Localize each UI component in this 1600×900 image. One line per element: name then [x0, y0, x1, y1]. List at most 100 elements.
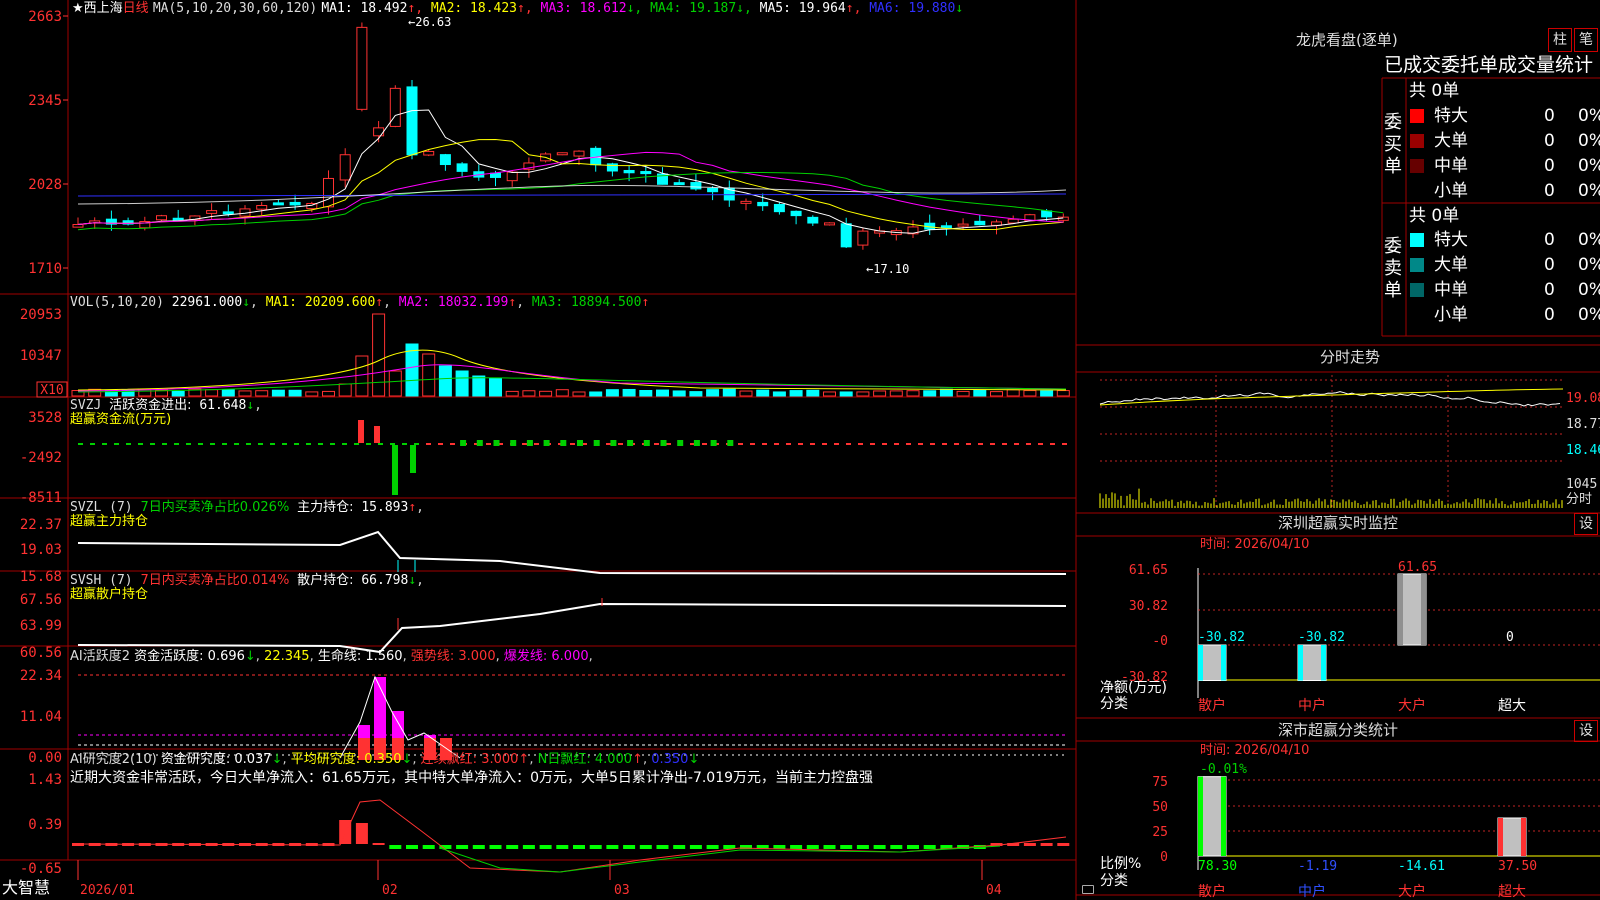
- ma-value-1: MA1: 18.492: [321, 1, 408, 16]
- lhb-row-name: 大单: [1434, 255, 1468, 275]
- lhb-title: 龙虎看盘(逐单): [1296, 31, 1398, 49]
- ai2-bar-24: [472, 845, 485, 849]
- lhb-row-name: 大单: [1434, 131, 1468, 151]
- svzj-baseline: [1062, 443, 1067, 445]
- svzj-baseline: [318, 443, 323, 445]
- candle-11: [256, 205, 268, 210]
- svzj-baseline: [810, 443, 815, 445]
- vol-bar-54: [973, 389, 987, 397]
- ma-value-3: MA3: 18.612: [532, 1, 627, 16]
- svzj-baseline: [750, 443, 755, 445]
- svzj-baseline: [702, 443, 707, 445]
- svzj-baseline: [906, 443, 911, 445]
- sz-monitor-value-3: 0: [1506, 630, 1514, 645]
- vol-bar-26: [505, 390, 519, 397]
- ai2-avg: 0.350: [364, 752, 402, 767]
- ai1-v2: 22.345: [264, 649, 310, 664]
- sz-class-category-2: 大户: [1398, 883, 1426, 900]
- lhb-row-pct: 0%: [1578, 255, 1600, 275]
- ai1-burst: 6.000: [551, 649, 589, 664]
- fenshi-price-line: [1099, 391, 1561, 407]
- svsh-line: [77, 602, 1067, 654]
- fenshi-vol-unit: 分时: [1566, 492, 1593, 507]
- ai2-bar-33: [623, 845, 636, 849]
- svzl-line: [77, 530, 1067, 575]
- svzj-header: SVZJ 活跃资金进出: 61.648↓,: [70, 398, 262, 413]
- sz-class-settings-button[interactable]: 设: [1574, 720, 1598, 742]
- svzj-label: 活跃资金进出:: [109, 398, 192, 413]
- svzj-bar: [560, 440, 567, 446]
- svzj-bar: [677, 440, 684, 446]
- fenshi-price-0: 19.08: [1566, 391, 1600, 406]
- vol-bar-28: [539, 390, 553, 397]
- vol-bar-38: [706, 389, 720, 397]
- lhb-header: 已成交委托单成交量统计: [1384, 54, 1594, 76]
- ai2-lx: 3.000: [481, 752, 519, 767]
- candle-22: [439, 154, 451, 166]
- vol-bar-58: [1040, 390, 1054, 397]
- svzj-baseline: [1002, 443, 1007, 445]
- lhb-buy-row: 特大 0 0%: [1410, 108, 1600, 128]
- xaxis-label-2: 03: [614, 883, 630, 898]
- vol-bar-39: [722, 388, 736, 397]
- lock-icon[interactable]: [1082, 885, 1094, 894]
- stock-name[interactable]: 西上海: [84, 1, 123, 16]
- vol-ma3: MA3: 18894.500: [531, 295, 642, 310]
- lhb-buy-total: 共 0单: [1409, 81, 1460, 101]
- sz-class-title: 深市超赢分类统计: [1278, 721, 1399, 739]
- vol-ma1: MA1: 20209.600: [265, 295, 376, 310]
- vol-bar-25: [489, 377, 502, 397]
- period-label[interactable]: 日线: [123, 1, 149, 16]
- ai2-bar-34: [639, 845, 652, 849]
- lhb-row-name: 小单: [1434, 305, 1468, 325]
- ai2-bar-27: [522, 845, 535, 849]
- svzj-bar: [526, 440, 533, 446]
- svsh-label1: 7日内买卖净占比0.014%: [140, 573, 290, 588]
- svzj-baseline: [534, 443, 539, 445]
- svzl-arrow: ↑: [408, 500, 417, 515]
- ma-params: MA(5,10,20,30,60,120): [152, 1, 318, 16]
- sz-monitor-settings-button[interactable]: 设: [1574, 513, 1598, 535]
- lhb-color-swatch: [1410, 159, 1424, 173]
- candle-46: [840, 223, 852, 248]
- svzj-baseline: [246, 443, 251, 445]
- candle-36: [673, 182, 685, 186]
- svzl-label2: 主力持仓:: [297, 500, 354, 515]
- ai2-bar-49: [890, 845, 903, 849]
- svzj-baseline: [126, 443, 131, 445]
- svsh-ytick-1: 63.99: [20, 618, 62, 634]
- vol-bar-50: [906, 390, 920, 397]
- vol-bar-34: [639, 389, 653, 397]
- tab-bar-view[interactable]: 柱: [1548, 28, 1572, 52]
- sz-monitor-ytick-0: 61.65: [1129, 563, 1168, 578]
- vol-bar-13: [288, 389, 302, 397]
- lhb-row-qty: 0: [1544, 280, 1555, 300]
- ai2-bar-23: [456, 845, 469, 849]
- candle-8: [206, 210, 218, 214]
- kline-ytick-1: 2345: [28, 93, 62, 109]
- vol-bar-35: [656, 389, 669, 397]
- vol-ma3-value: 18894.500: [570, 295, 642, 310]
- ai1-arrow: ↓: [244, 649, 256, 664]
- star-icon[interactable]: ★: [72, 1, 84, 16]
- vol-bar-42: [772, 391, 786, 397]
- ma-arrow-3: ↓,: [626, 1, 643, 16]
- lhb-buy-row: 小单 0 0%: [1410, 183, 1600, 203]
- vol-ma2: MA2: 18032.199: [398, 295, 509, 310]
- lhb-row-name: 特大: [1434, 230, 1468, 250]
- svzj-baseline: [222, 443, 227, 445]
- ai2-bar-45: [823, 845, 836, 849]
- svzj-baseline: [930, 443, 935, 445]
- svzj-baseline: [1050, 443, 1055, 445]
- svzj-baseline: [882, 443, 887, 445]
- svzl-ytick-2: 15.68: [20, 569, 62, 585]
- ai2-bar-19: [389, 845, 402, 849]
- svzj-baseline: [162, 443, 167, 445]
- svzj-bar: [577, 440, 583, 446]
- sz-class-date: 时间: 2026/04/10: [1200, 743, 1310, 758]
- vol-bar-30: [572, 391, 586, 397]
- tab-tick-view[interactable]: 笔: [1574, 28, 1598, 52]
- fenshi-price-2: 18.46: [1566, 443, 1600, 458]
- xaxis-label-0: 2026/01: [80, 883, 135, 898]
- ai2-bar-20: [406, 845, 418, 849]
